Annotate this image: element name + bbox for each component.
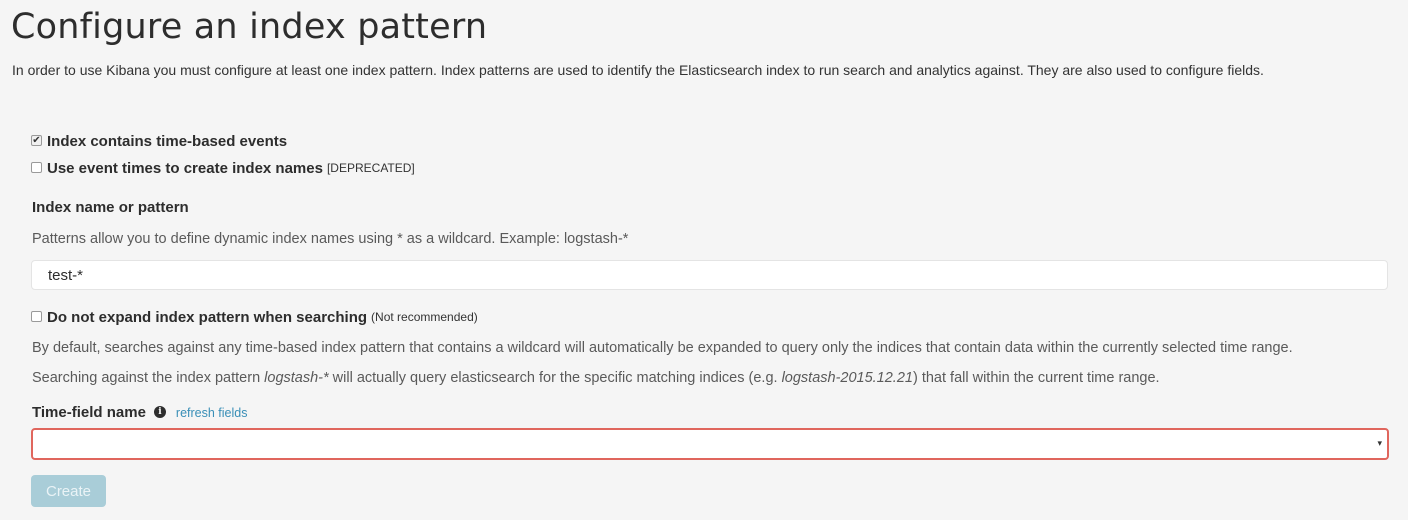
time-based-checkbox[interactable]: ✔ bbox=[31, 134, 42, 146]
info-icon[interactable]: i bbox=[153, 405, 166, 418]
time-based-label: Index contains time-based events bbox=[47, 132, 288, 150]
deprecated-note: [DEPRECATED] bbox=[326, 161, 415, 175]
index-name-label: Index name or pattern bbox=[32, 199, 189, 216]
time-field-header: Time-field name i refresh fields bbox=[32, 404, 247, 421]
index-pattern-input[interactable] bbox=[31, 260, 1388, 290]
event-times-option[interactable]: Use event times to create index names [D… bbox=[31, 159, 415, 177]
create-button[interactable]: Create bbox=[31, 475, 106, 507]
expand-checkbox[interactable] bbox=[31, 310, 42, 322]
event-times-checkbox[interactable] bbox=[31, 161, 42, 173]
help2-text-a: Searching against the index pattern bbox=[32, 370, 265, 386]
help2-text-b: will actually query elasticsearch for th… bbox=[328, 370, 782, 386]
time-field-select[interactable]: ▾ bbox=[31, 428, 1389, 460]
help2-text-c: ) that fall within the current time rang… bbox=[912, 370, 1160, 386]
page-title: Configure an index pattern bbox=[11, 7, 488, 47]
not-recommended-note: (Not recommended) bbox=[371, 310, 478, 324]
time-field-label: Time-field name bbox=[32, 404, 146, 421]
index-name-help: Patterns allow you to define dynamic ind… bbox=[32, 231, 629, 247]
expand-help-1: By default, searches against any time-ba… bbox=[32, 340, 1293, 356]
index-pattern-page: Configure an index pattern In order to u… bbox=[0, 0, 1408, 520]
expand-label: Do not expand index pattern when searchi… bbox=[47, 308, 368, 326]
expand-option[interactable]: Do not expand index pattern when searchi… bbox=[31, 308, 478, 326]
refresh-fields-link[interactable]: refresh fields bbox=[176, 406, 248, 420]
time-based-option[interactable]: ✔ Index contains time-based events bbox=[31, 132, 287, 150]
help2-index-example: logstash-2015.12.21 bbox=[781, 370, 913, 386]
expand-help-2: Searching against the index pattern logs… bbox=[32, 369, 1160, 387]
intro-text: In order to use Kibana you must configur… bbox=[12, 62, 1264, 78]
help2-pattern-example: logstash-* bbox=[264, 370, 329, 386]
event-times-label: Use event times to create index names bbox=[47, 159, 323, 177]
chevron-down-icon: ▾ bbox=[1377, 438, 1382, 448]
